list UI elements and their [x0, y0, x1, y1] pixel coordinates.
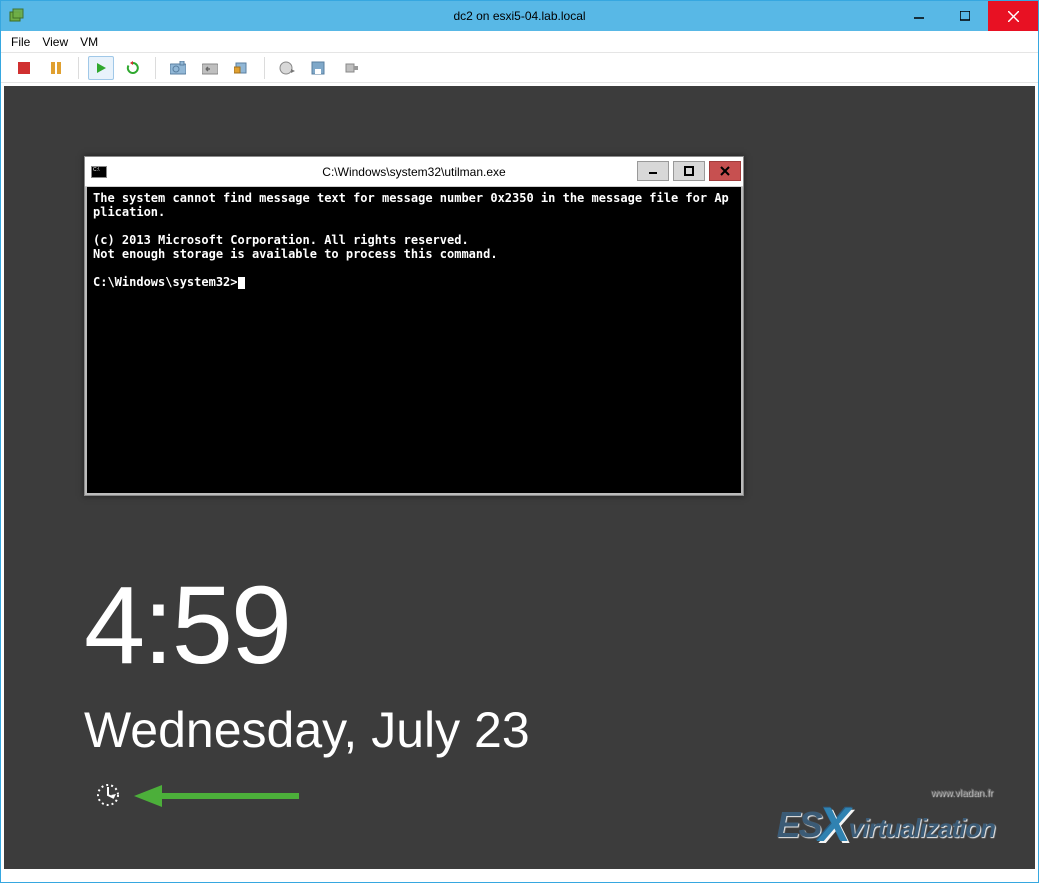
titlebar[interactable]: dc2 on esxi5-04.lab.local — [1, 1, 1038, 31]
cmd-line: The system cannot find message text for … — [93, 191, 729, 219]
cmd-line: Not enough storage is available to proce… — [93, 247, 498, 261]
cmd-prompt: C:\Windows\system32> — [93, 275, 238, 289]
toolbar-separator — [264, 57, 265, 79]
cmd-cursor — [238, 277, 245, 289]
vm-console[interactable]: C:\Windows\system32\utilman.exe The syst… — [3, 85, 1036, 880]
window-controls — [896, 1, 1038, 31]
vsphere-console-window: dc2 on esxi5-04.lab.local File View VM — [0, 0, 1039, 883]
vsphere-icon — [9, 8, 25, 24]
lockscreen-time: 4:59 — [84, 562, 290, 689]
maximize-button[interactable] — [942, 1, 988, 31]
toolbar-separator — [78, 57, 79, 79]
watermark-x: X — [819, 798, 851, 853]
window-title: dc2 on esxi5-04.lab.local — [1, 9, 1038, 23]
menu-file[interactable]: File — [11, 35, 30, 49]
menu-vm[interactable]: VM — [80, 35, 98, 49]
toolbar-separator — [155, 57, 156, 79]
lockscreen-date: Wednesday, July 23 — [84, 701, 530, 759]
cmd-titlebar[interactable]: C:\Windows\system32\utilman.exe — [85, 157, 743, 187]
reset-button[interactable] — [120, 56, 146, 80]
revert-snapshot-button[interactable] — [197, 56, 223, 80]
cmd-output[interactable]: The system cannot find message text for … — [85, 187, 743, 495]
snapshot-button[interactable] — [165, 56, 191, 80]
connect-usb-button[interactable] — [338, 56, 364, 80]
guest-lock-screen[interactable]: C:\Windows\system32\utilman.exe The syst… — [4, 86, 1035, 879]
menubar: File View VM — [1, 31, 1038, 53]
power-off-button[interactable] — [11, 56, 37, 80]
watermark-prefix: ES — [777, 804, 821, 846]
watermark-url: www.vladan.fr — [931, 788, 993, 799]
annotation-arrow-icon — [134, 781, 304, 811]
snapshot-manager-button[interactable] — [229, 56, 255, 80]
minimize-button[interactable] — [896, 1, 942, 31]
cmd-line: (c) 2013 Microsoft Corporation. All righ… — [93, 233, 469, 247]
ease-of-access-button[interactable] — [94, 781, 122, 809]
close-button[interactable] — [988, 1, 1038, 31]
toolbar — [1, 53, 1038, 83]
power-on-button[interactable] — [88, 56, 114, 80]
watermark-logo: www.vladan.fr ES X virtualization — [777, 794, 995, 849]
cmd-window[interactable]: C:\Windows\system32\utilman.exe The syst… — [84, 156, 744, 496]
connect-floppy-button[interactable] — [306, 56, 332, 80]
suspend-button[interactable] — [43, 56, 69, 80]
connect-cd-button[interactable] — [274, 56, 300, 80]
watermark-suffix: virtualization — [849, 813, 995, 844]
menu-view[interactable]: View — [42, 35, 68, 49]
cmd-title: C:\Windows\system32\utilman.exe — [85, 165, 743, 179]
